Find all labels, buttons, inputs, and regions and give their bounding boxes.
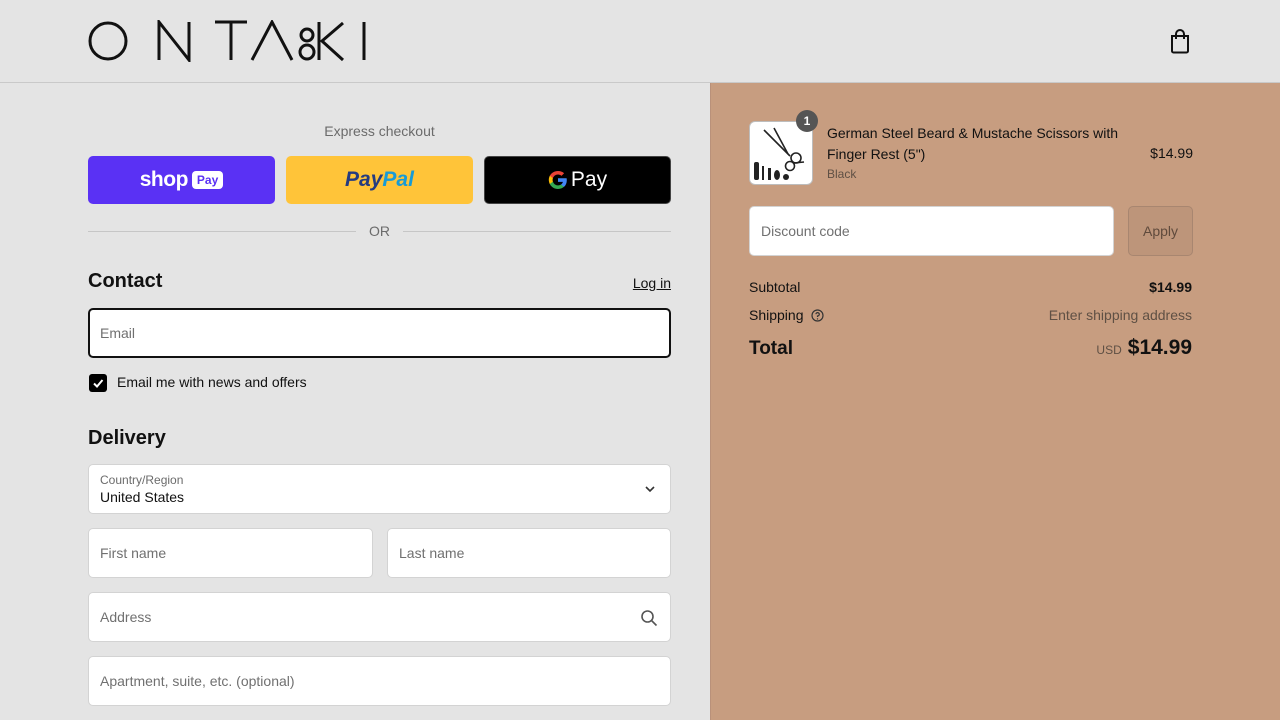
google-pay-label: Pay: [570, 168, 608, 191]
delivery-title: Delivery: [88, 427, 166, 449]
site-header: [0, 0, 1280, 83]
shop-pay-badge: Pay: [191, 171, 224, 189]
ontaki-logo[interactable]: [88, 20, 368, 62]
address-placeholder: Address: [100, 609, 152, 625]
apartment-field[interactable]: Apartment, suite, etc. (optional): [88, 656, 671, 706]
last-name-placeholder: Last name: [399, 545, 465, 561]
currency-code: USD: [1096, 343, 1122, 357]
shopping-bag-icon[interactable]: [1168, 28, 1192, 54]
search-icon: [641, 610, 658, 627]
total-amount: USD $14.99: [1096, 336, 1192, 360]
quantity-badge: 1: [796, 110, 818, 132]
email-field[interactable]: Email: [88, 308, 671, 358]
apply-discount-button[interactable]: Apply: [1128, 206, 1193, 256]
paypal-wordmark-pay: Pay: [345, 168, 383, 191]
first-name-field[interactable]: First name: [88, 528, 373, 578]
first-name-placeholder: First name: [100, 545, 167, 561]
or-label: OR: [369, 223, 390, 239]
apartment-placeholder: Apartment, suite, etc. (optional): [100, 673, 295, 689]
log-in-link[interactable]: Log in: [600, 275, 671, 291]
discount-code-placeholder: Discount code: [761, 223, 850, 239]
newsletter-label[interactable]: Email me with news and offers: [117, 374, 307, 390]
checkout-form-panel: Express checkout shop Pay Pay Pal Pay OR …: [0, 83, 710, 720]
product-variant: Black: [827, 167, 857, 181]
shipping-value: Enter shipping address: [1048, 307, 1192, 323]
total-value: $14.99: [1127, 336, 1192, 359]
order-summary-panel: 1 German Steel Beard & Mustache Scissors…: [710, 83, 1280, 720]
paypal-wordmark-pal: Pal: [382, 168, 414, 191]
checkmark-icon: [93, 379, 104, 388]
country-region-value: United States: [100, 489, 185, 505]
country-region-select[interactable]: Country/Region United States: [88, 464, 671, 514]
contact-title: Contact: [88, 270, 163, 292]
last-name-field[interactable]: Last name: [387, 528, 671, 578]
product-price: $14.99: [1150, 145, 1193, 161]
subtotal-label: Subtotal: [749, 279, 801, 295]
shipping-label: Shipping: [749, 307, 804, 323]
total-label: Total: [749, 338, 793, 359]
discount-code-field[interactable]: Discount code: [749, 206, 1114, 256]
google-pay-button[interactable]: Pay: [484, 156, 671, 204]
shipping-row-label: Shipping: [749, 307, 824, 323]
shop-pay-button[interactable]: shop Pay: [88, 156, 275, 204]
google-g-icon: [548, 171, 567, 189]
address-field[interactable]: Address: [88, 592, 671, 642]
product-name: German Steel Beard & Mustache Scissors w…: [827, 125, 1119, 162]
email-placeholder: Email: [100, 325, 136, 341]
chevron-down-icon: [645, 486, 655, 493]
paypal-button[interactable]: Pay Pal: [286, 156, 473, 204]
subtotal-value: $14.99: [1149, 279, 1192, 295]
or-divider-line-left: [88, 231, 356, 232]
country-region-label: Country/Region: [100, 473, 184, 487]
newsletter-checkbox[interactable]: [89, 374, 107, 392]
shop-pay-wordmark: shop: [139, 168, 189, 191]
or-divider-line-right: [403, 231, 671, 232]
help-circle-icon[interactable]: [811, 309, 824, 322]
or-divider: OR: [88, 223, 671, 239]
express-checkout-title: Express checkout: [324, 123, 435, 139]
